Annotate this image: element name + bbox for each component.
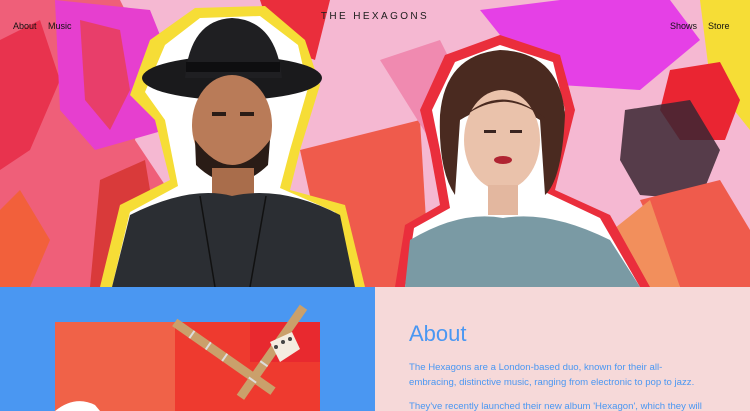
nav-link-music[interactable]: Music [48,21,72,31]
about-image-panel [0,287,375,411]
about-paragraph-1: The Hexagons are a London-based duo, kno… [409,362,695,388]
nav-link-about[interactable]: About [13,21,37,31]
nav-link-store[interactable]: Store [708,21,730,31]
nav-link-shows[interactable]: Shows [670,21,697,31]
about-section: About The Hexagons are a London-based du… [0,287,750,411]
guitar-image [55,304,320,411]
brand-logo[interactable]: THE HEXAGONS [0,11,750,22]
about-paragraph-2: They've recently launched their new albu… [409,401,702,411]
top-nav: About Music THE HEXAGONS Shows Store [0,0,750,50]
about-heading: About [409,321,467,346]
about-text-panel: About The Hexagons are a London-based du… [375,287,750,411]
